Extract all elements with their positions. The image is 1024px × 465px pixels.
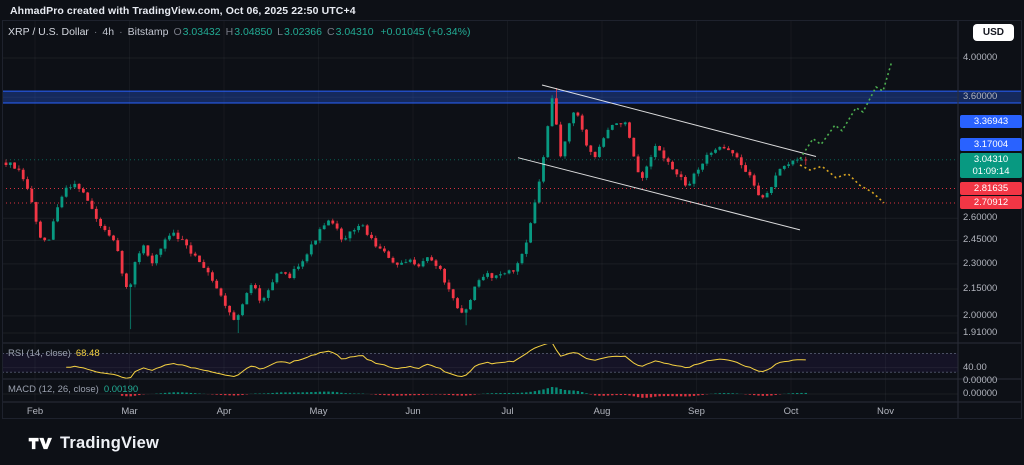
price-level-badge: 2.70912 (960, 196, 1022, 209)
high-value: 3.04850 (234, 26, 272, 38)
tradingview-logo-icon[interactable] (28, 436, 52, 451)
time-axis-label: Jun (398, 406, 428, 417)
ohlc-close: C3.04310 (327, 26, 374, 38)
time-axis-label: May (304, 406, 334, 417)
change-value: +0.01045 (+0.34%) (381, 26, 471, 38)
tradingview-brand-text[interactable]: TradingView (60, 434, 159, 453)
price-axis[interactable]: 4.00000 3.60000 2.60000 2.45000 2.30000 2.150… (959, 0, 1024, 419)
bar-countdown: 01:09:14 (960, 166, 1022, 178)
exchange-label: Bitstamp (128, 26, 169, 38)
low-key: L (277, 26, 283, 38)
high-key: H (226, 26, 234, 38)
ohlc-low: L3.02366 (277, 26, 322, 38)
interval-label: 4h (102, 26, 114, 38)
time-axis-label: Jul (493, 406, 523, 417)
tradingview-chart-page: AhmadPro created with TradingView.com, O… (0, 0, 1024, 465)
macd-value: 0.00190 (104, 384, 138, 395)
price-tick-label: 2.60000 (963, 212, 997, 223)
rsi-axis-label: 40.00 (963, 362, 987, 373)
open-key: O (173, 26, 181, 38)
chart-canvas[interactable] (0, 0, 1024, 465)
footer: TradingView (0, 421, 1024, 465)
currency-toggle-button[interactable]: USD (973, 24, 1014, 41)
symbol-name: XRP / U.S. Dollar (8, 26, 89, 38)
current-price-value: 3.04310 (960, 154, 1022, 166)
close-value: 3.04310 (336, 26, 374, 38)
macd-label-text: MACD (12, 26, close) (8, 384, 99, 395)
price-level-badge: 3.17004 (960, 138, 1022, 151)
time-axis-label: Feb (20, 406, 50, 417)
time-axis-label: Nov (871, 406, 901, 417)
rsi-indicator-label[interactable]: RSI (14, close) 68.48 (8, 348, 100, 359)
open-value: 3.03432 (183, 26, 221, 38)
low-value: 3.02366 (284, 26, 322, 38)
price-level-badge: 2.81635 (960, 182, 1022, 195)
time-axis-label: Apr (209, 406, 239, 417)
price-level-badge: 3.36943 (960, 115, 1022, 128)
time-axis-label: Mar (115, 406, 145, 417)
macd-indicator-label[interactable]: MACD (12, 26, close) 0.00190 (8, 384, 138, 395)
price-tick-label: 2.15000 (963, 283, 997, 294)
time-axis-label: Aug (587, 406, 617, 417)
macd-axis-label: 0.00000 (963, 375, 997, 386)
price-tick-label: 1.91000 (963, 327, 997, 338)
rsi-value: 68.48 (76, 348, 100, 359)
time-axis[interactable]: Feb Mar Apr May Jun Jul Aug Sep Oct Nov (0, 403, 958, 419)
price-tick-label: 2.30000 (963, 258, 997, 269)
separator-dot: · (119, 26, 123, 38)
current-price-badge: 3.0431001:09:14 (960, 153, 1022, 178)
ohlc-high: H3.04850 (226, 26, 273, 38)
price-tick-label: 3.60000 (963, 91, 997, 102)
price-tick-label: 2.45000 (963, 234, 997, 245)
symbol-legend[interactable]: XRP / U.S. Dollar · 4h · Bitstamp O3.034… (8, 26, 470, 38)
rsi-label-text: RSI (14, close) (8, 348, 71, 359)
time-axis-label: Oct (776, 406, 806, 417)
price-tick-label: 4.00000 (963, 52, 997, 63)
time-axis-label: Sep (682, 406, 712, 417)
price-tick-label: 2.00000 (963, 310, 997, 321)
separator-dot: · (94, 26, 98, 38)
ohlc-open: O3.03432 (173, 26, 220, 38)
close-key: C (327, 26, 335, 38)
macd-axis-label: 0.00000 (963, 388, 997, 399)
